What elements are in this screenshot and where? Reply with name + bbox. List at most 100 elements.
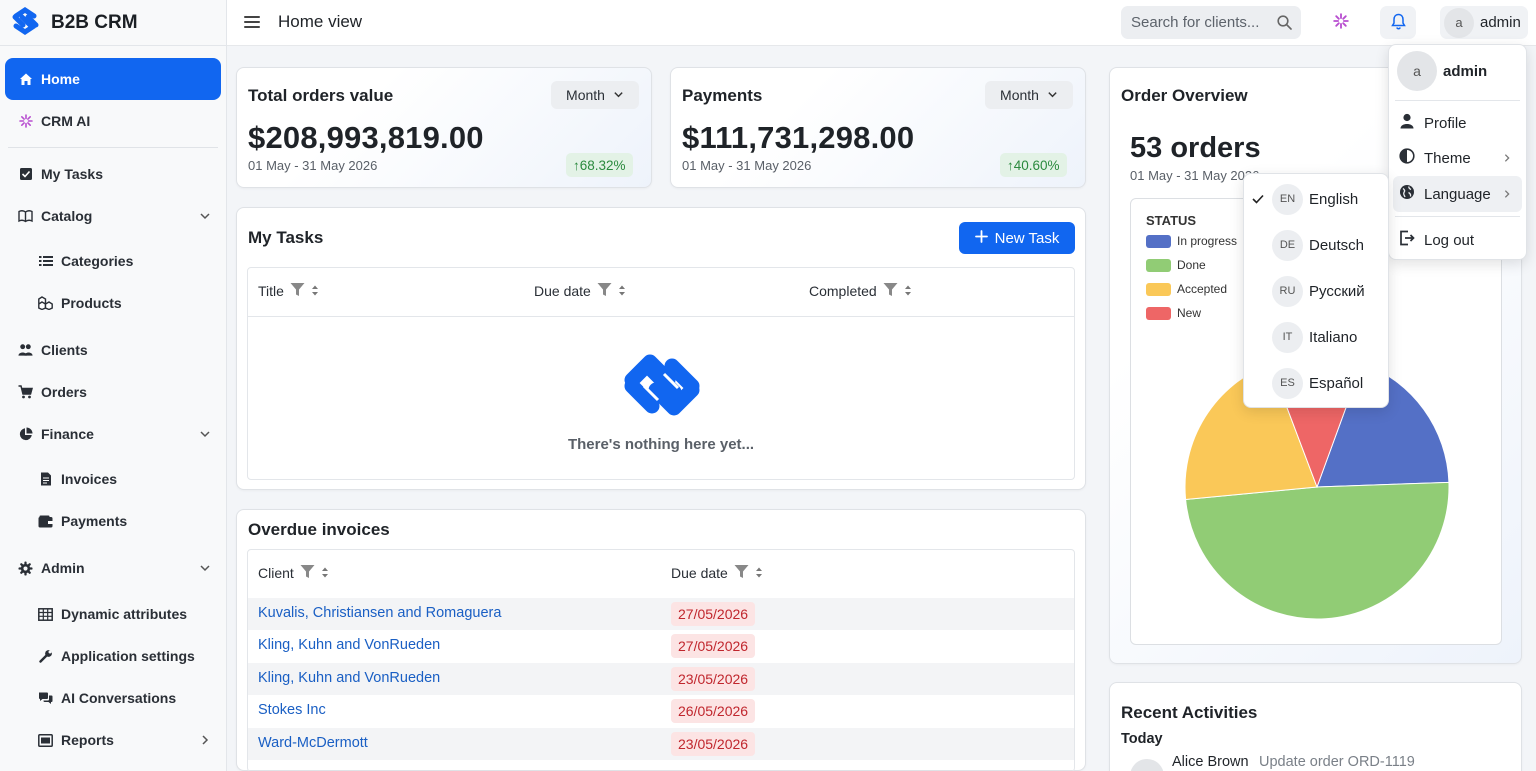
- sort-icon[interactable]: [904, 283, 912, 299]
- sidebar-item-my-tasks[interactable]: My Tasks: [5, 153, 221, 195]
- language-code-badge: ES: [1272, 367, 1303, 399]
- boxes-icon: [38, 296, 53, 311]
- my-tasks-card: My Tasks New Task Title Due date Complet…: [236, 207, 1086, 490]
- sort-icon[interactable]: [618, 283, 626, 299]
- new-task-label: New Task: [994, 229, 1060, 247]
- filter-icon[interactable]: [883, 282, 898, 300]
- column-header-client[interactable]: Client: [258, 564, 329, 582]
- sidebar-item-orders[interactable]: Orders: [5, 371, 221, 413]
- client-link[interactable]: Ward-McDermott: [258, 735, 368, 751]
- filter-icon[interactable]: [734, 564, 749, 582]
- sort-icon[interactable]: [755, 565, 763, 581]
- sort-icon[interactable]: [321, 565, 329, 581]
- gear-icon: [18, 560, 33, 576]
- table-row[interactable]: Stokes Inc 26/05/2026: [248, 695, 1074, 727]
- period-label: Month: [1000, 87, 1039, 103]
- sidebar-item-admin[interactable]: Admin: [5, 547, 221, 589]
- chevron-down-icon: [199, 561, 211, 577]
- table-row[interactable]: Kling, Kuhn and VonRueden 27/05/2026: [248, 630, 1074, 662]
- menu-item-logout[interactable]: Log out: [1393, 222, 1522, 258]
- table-row[interactable]: Ward-McDermott 23/05/2026: [248, 728, 1074, 760]
- card-title: Total orders value: [248, 86, 394, 105]
- logo-icon: [10, 6, 41, 38]
- period-select[interactable]: Month: [985, 81, 1073, 109]
- sidebar-item-label: Dynamic attributes: [61, 606, 188, 622]
- language-option-ru[interactable]: RU Русский: [1250, 273, 1382, 309]
- sidebar-item-clients[interactable]: Clients: [5, 329, 221, 371]
- activity-user[interactable]: Alice Brown: [1172, 754, 1249, 770]
- search-box[interactable]: [1121, 6, 1301, 39]
- search-input[interactable]: [1131, 14, 1271, 31]
- language-label: Español: [1309, 374, 1364, 392]
- person-icon: [1399, 113, 1415, 133]
- avatar: a: [1397, 51, 1437, 91]
- language-option-de[interactable]: DE Deutsch: [1250, 227, 1382, 263]
- menu-item-label: Profile: [1424, 114, 1467, 132]
- language-option-en[interactable]: EN English: [1250, 181, 1382, 217]
- pie-icon: [18, 427, 33, 442]
- client-link[interactable]: Kling, Kuhn and VonRueden: [258, 670, 440, 686]
- due-date-badge: 27/05/2026: [671, 634, 756, 658]
- divider: [1395, 216, 1520, 217]
- chevron-down-icon: [1047, 87, 1058, 103]
- menu-icon[interactable]: [244, 15, 261, 32]
- sort-icon[interactable]: [311, 283, 319, 299]
- language-label: Italiano: [1309, 328, 1358, 346]
- brand[interactable]: B2B CRM: [0, 0, 226, 46]
- period-select[interactable]: Month: [551, 81, 639, 109]
- client-link[interactable]: Stokes Inc: [258, 702, 326, 718]
- card-title: My Tasks: [248, 228, 324, 247]
- sidebar-item-dynamic-attributes[interactable]: Dynamic attributes: [5, 593, 221, 635]
- filter-icon[interactable]: [597, 282, 612, 300]
- due-date-badge: 23/05/2026: [671, 732, 756, 756]
- language-label: Deutsch: [1309, 236, 1365, 254]
- pie-slice-done[interactable]: [1185, 481, 1450, 620]
- language-option-es[interactable]: ES Español: [1250, 365, 1382, 401]
- client-link[interactable]: Kling, Kuhn and VonRueden: [258, 637, 440, 653]
- user-menu-button[interactable]: a admin: [1440, 6, 1528, 39]
- language-code-badge: EN: [1272, 183, 1303, 215]
- trend-badge: ↑68.32%: [566, 153, 633, 177]
- language-option-it[interactable]: IT Italiano: [1250, 319, 1382, 355]
- filter-icon[interactable]: [290, 282, 305, 300]
- sidebar-item-ai-conversations[interactable]: AI Conversations: [5, 677, 221, 719]
- column-header-due-date[interactable]: Due date: [671, 564, 763, 582]
- menu-item-language[interactable]: Language: [1393, 176, 1522, 212]
- language-code-badge: IT: [1272, 321, 1303, 353]
- activity-text[interactable]: Update order ORD-1119: [1259, 754, 1415, 770]
- sparkle-icon: [18, 114, 33, 129]
- sidebar-item-payments[interactable]: Payments: [5, 500, 221, 542]
- table-row[interactable]: Kuvalis, Christiansen and Romaguera 27/0…: [248, 598, 1074, 630]
- search-icon[interactable]: [1277, 15, 1292, 33]
- menu-item-profile[interactable]: Profile: [1393, 105, 1522, 141]
- column-header-due-date[interactable]: Due date: [534, 282, 626, 300]
- sidebar-item-products[interactable]: Products: [5, 282, 221, 324]
- filter-icon[interactable]: [300, 564, 315, 582]
- notifications-button[interactable]: [1380, 6, 1416, 39]
- column-header-title[interactable]: Title: [258, 282, 319, 300]
- sidebar-item-label: Home: [41, 71, 80, 87]
- client-link[interactable]: Kuvalis, Christiansen and Romaguera: [258, 605, 501, 621]
- table-row[interactable]: Kling, Kuhn and VonRueden 23/05/2026: [248, 663, 1074, 695]
- menu-item-theme[interactable]: Theme: [1393, 140, 1522, 176]
- ai-button[interactable]: [1323, 6, 1359, 39]
- total-orders-card: Total orders value Month $208,993,819.00…: [236, 67, 652, 188]
- globe-icon: [1399, 184, 1415, 204]
- sidebar-item-crm-ai[interactable]: CRM AI: [5, 100, 221, 142]
- column-label: Title: [258, 283, 284, 299]
- user-dropdown-menu: a admin Profile Theme Language Log out: [1388, 44, 1527, 260]
- table-header: Title Due date Completed: [248, 268, 1074, 317]
- due-date-badge: 23/05/2026: [671, 667, 756, 691]
- chat-icon: [38, 691, 53, 706]
- sidebar-item-catalog[interactable]: Catalog: [5, 195, 221, 237]
- sidebar-item-application-settings[interactable]: Application settings: [5, 635, 221, 677]
- sidebar-item-home[interactable]: Home: [5, 58, 221, 100]
- sidebar-item-invoices[interactable]: Invoices: [5, 458, 221, 500]
- sidebar-item-finance[interactable]: Finance: [5, 413, 221, 455]
- sidebar-item-reports[interactable]: Reports: [5, 719, 221, 761]
- orders-count: 53 orders: [1130, 132, 1261, 164]
- new-task-button[interactable]: New Task: [959, 222, 1075, 254]
- due-date-badge: 27/05/2026: [671, 602, 756, 626]
- column-header-completed[interactable]: Completed: [809, 282, 912, 300]
- sidebar-item-categories[interactable]: Categories: [5, 240, 221, 282]
